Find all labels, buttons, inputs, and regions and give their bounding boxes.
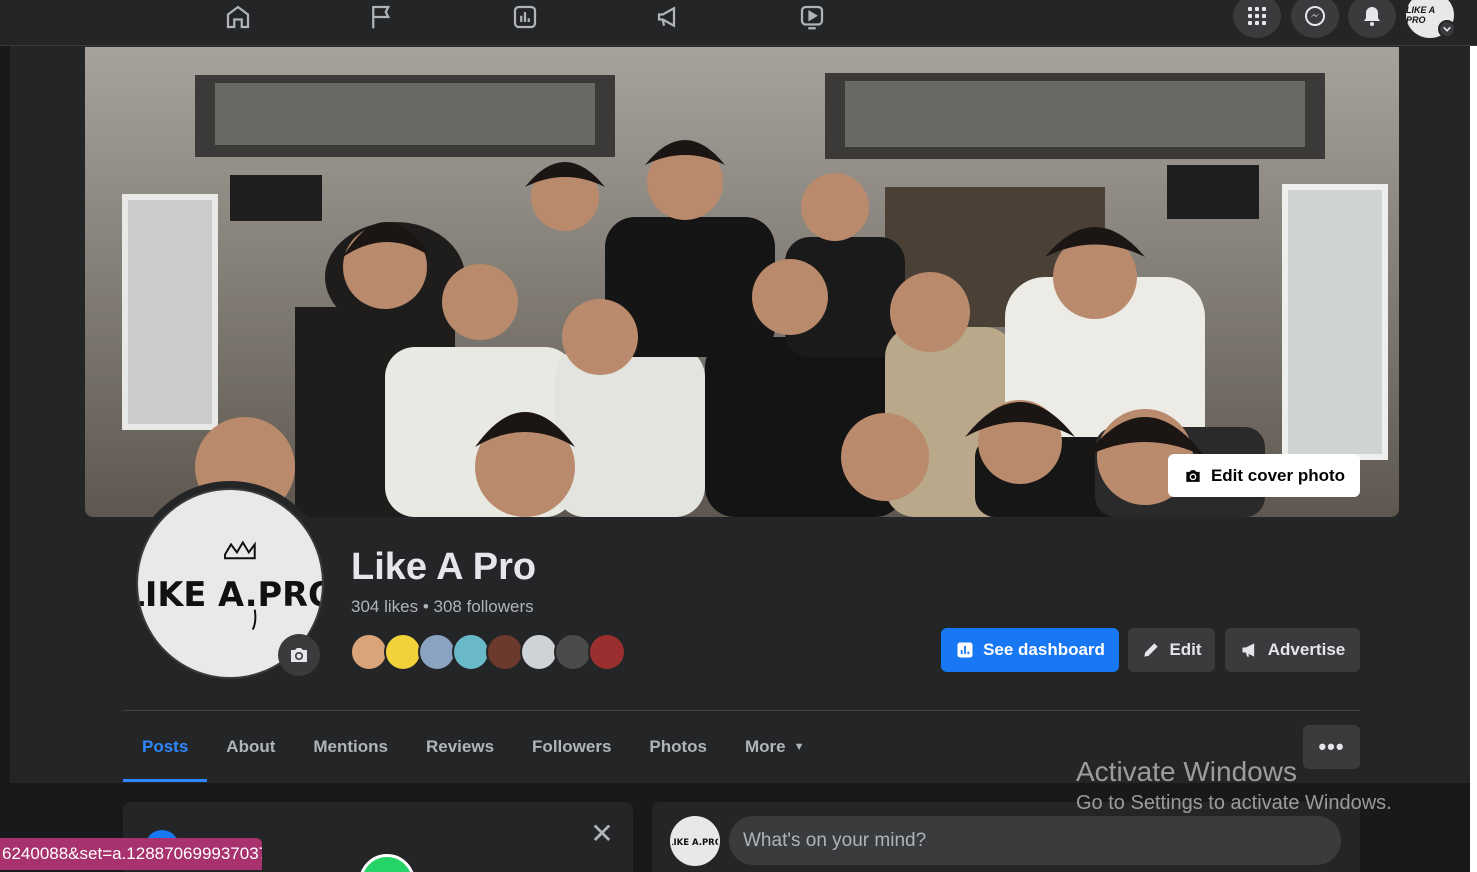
- see-dashboard-label: See dashboard: [983, 640, 1105, 659]
- bell-icon[interactable]: [1348, 0, 1396, 38]
- messenger-icon[interactable]: [1291, 0, 1339, 38]
- tab-mentions[interactable]: Mentions: [294, 712, 407, 782]
- camera-icon: [291, 648, 307, 662]
- tab-more-label: More: [745, 737, 786, 756]
- tab-mentions-label: Mentions: [313, 737, 388, 756]
- composer-avatar[interactable]: LIKE A.PRO: [670, 816, 720, 866]
- page-stats[interactable]: 304 likes • 308 followers: [351, 597, 534, 617]
- tab-reviews-label: Reviews: [426, 737, 495, 756]
- dashboard-icon: [957, 642, 973, 658]
- update-profile-picture-button[interactable]: [278, 634, 320, 676]
- flag-icon[interactable]: [362, 0, 402, 34]
- follower-avatar[interactable]: [452, 633, 490, 671]
- tab-more[interactable]: More ▼: [726, 712, 824, 782]
- logo-text: LIKE A.PRO: [138, 574, 322, 613]
- composer-avatar-text: LIKE A.PRO: [672, 838, 718, 848]
- tab-about[interactable]: About: [207, 712, 294, 782]
- like-a-pro-logo: LIKE A.PRO: [138, 540, 322, 630]
- insights-icon[interactable]: [505, 0, 545, 34]
- advertise-label: Advertise: [1267, 640, 1346, 659]
- status-url-tooltip: 6240088&set=a.128870699937037: [0, 838, 262, 870]
- chevron-down-icon[interactable]: [1438, 20, 1456, 38]
- tab-posts[interactable]: Posts: [123, 712, 208, 782]
- follower-avatars: [350, 633, 626, 671]
- edit-cover-photo-button[interactable]: Edit cover photo: [1168, 454, 1360, 497]
- follower-avatar[interactable]: [350, 633, 388, 671]
- camera-icon: [1186, 469, 1200, 482]
- edit-label: Edit: [1169, 640, 1202, 659]
- see-dashboard-button[interactable]: See dashboard: [941, 628, 1119, 672]
- like-a-pro-logo: LIKE A.PRO: [672, 838, 718, 848]
- follower-avatar[interactable]: [554, 633, 592, 671]
- edit-button[interactable]: Edit: [1128, 628, 1215, 672]
- tab-photos[interactable]: Photos: [630, 712, 726, 782]
- cover-photo[interactable]: [85, 47, 1399, 517]
- megaphone-icon[interactable]: [649, 0, 689, 34]
- header-divider: [123, 710, 1360, 711]
- window-edge: [1470, 46, 1477, 872]
- tab-reviews[interactable]: Reviews: [407, 712, 513, 782]
- close-icon[interactable]: ✕: [587, 818, 617, 849]
- megaphone-icon: [1242, 643, 1254, 657]
- page-tabs: Posts About Mentions Reviews Followers P…: [123, 712, 824, 782]
- watermark-subtitle: Go to Settings to activate Windows.: [1076, 792, 1392, 814]
- pencil-icon: [1144, 643, 1159, 657]
- advertise-button[interactable]: Advertise: [1225, 628, 1360, 672]
- tab-about-label: About: [226, 737, 276, 756]
- top-navigation-bar: LIKE A PRO: [0, 0, 1477, 46]
- follower-avatar[interactable]: [384, 633, 422, 671]
- follower-avatar[interactable]: [418, 633, 456, 671]
- windows-activation-watermark: Activate Windows Go to Settings to activ…: [1076, 756, 1392, 815]
- page-title: Like A Pro: [351, 546, 537, 588]
- follower-avatar[interactable]: [588, 633, 626, 671]
- caret-down-icon: ▼: [793, 741, 805, 753]
- tab-followers[interactable]: Followers: [513, 712, 630, 782]
- tab-followers-label: Followers: [532, 737, 612, 756]
- tab-photos-label: Photos: [649, 737, 708, 756]
- account-avatar[interactable]: LIKE A PRO: [1406, 0, 1456, 38]
- follower-avatar[interactable]: [486, 633, 524, 671]
- watermark-title: Activate Windows: [1076, 756, 1297, 787]
- follower-avatar[interactable]: [520, 633, 558, 671]
- tab-posts-label: Posts: [142, 737, 189, 756]
- edit-cover-photo-label: Edit cover photo: [1210, 465, 1346, 485]
- whatsapp-icon: [359, 854, 415, 872]
- menu-grid-icon[interactable]: [1233, 0, 1281, 38]
- video-icon[interactable]: [792, 0, 832, 34]
- whats-on-your-mind-input[interactable]: What's on your mind?: [729, 816, 1341, 865]
- home-icon[interactable]: [218, 0, 258, 34]
